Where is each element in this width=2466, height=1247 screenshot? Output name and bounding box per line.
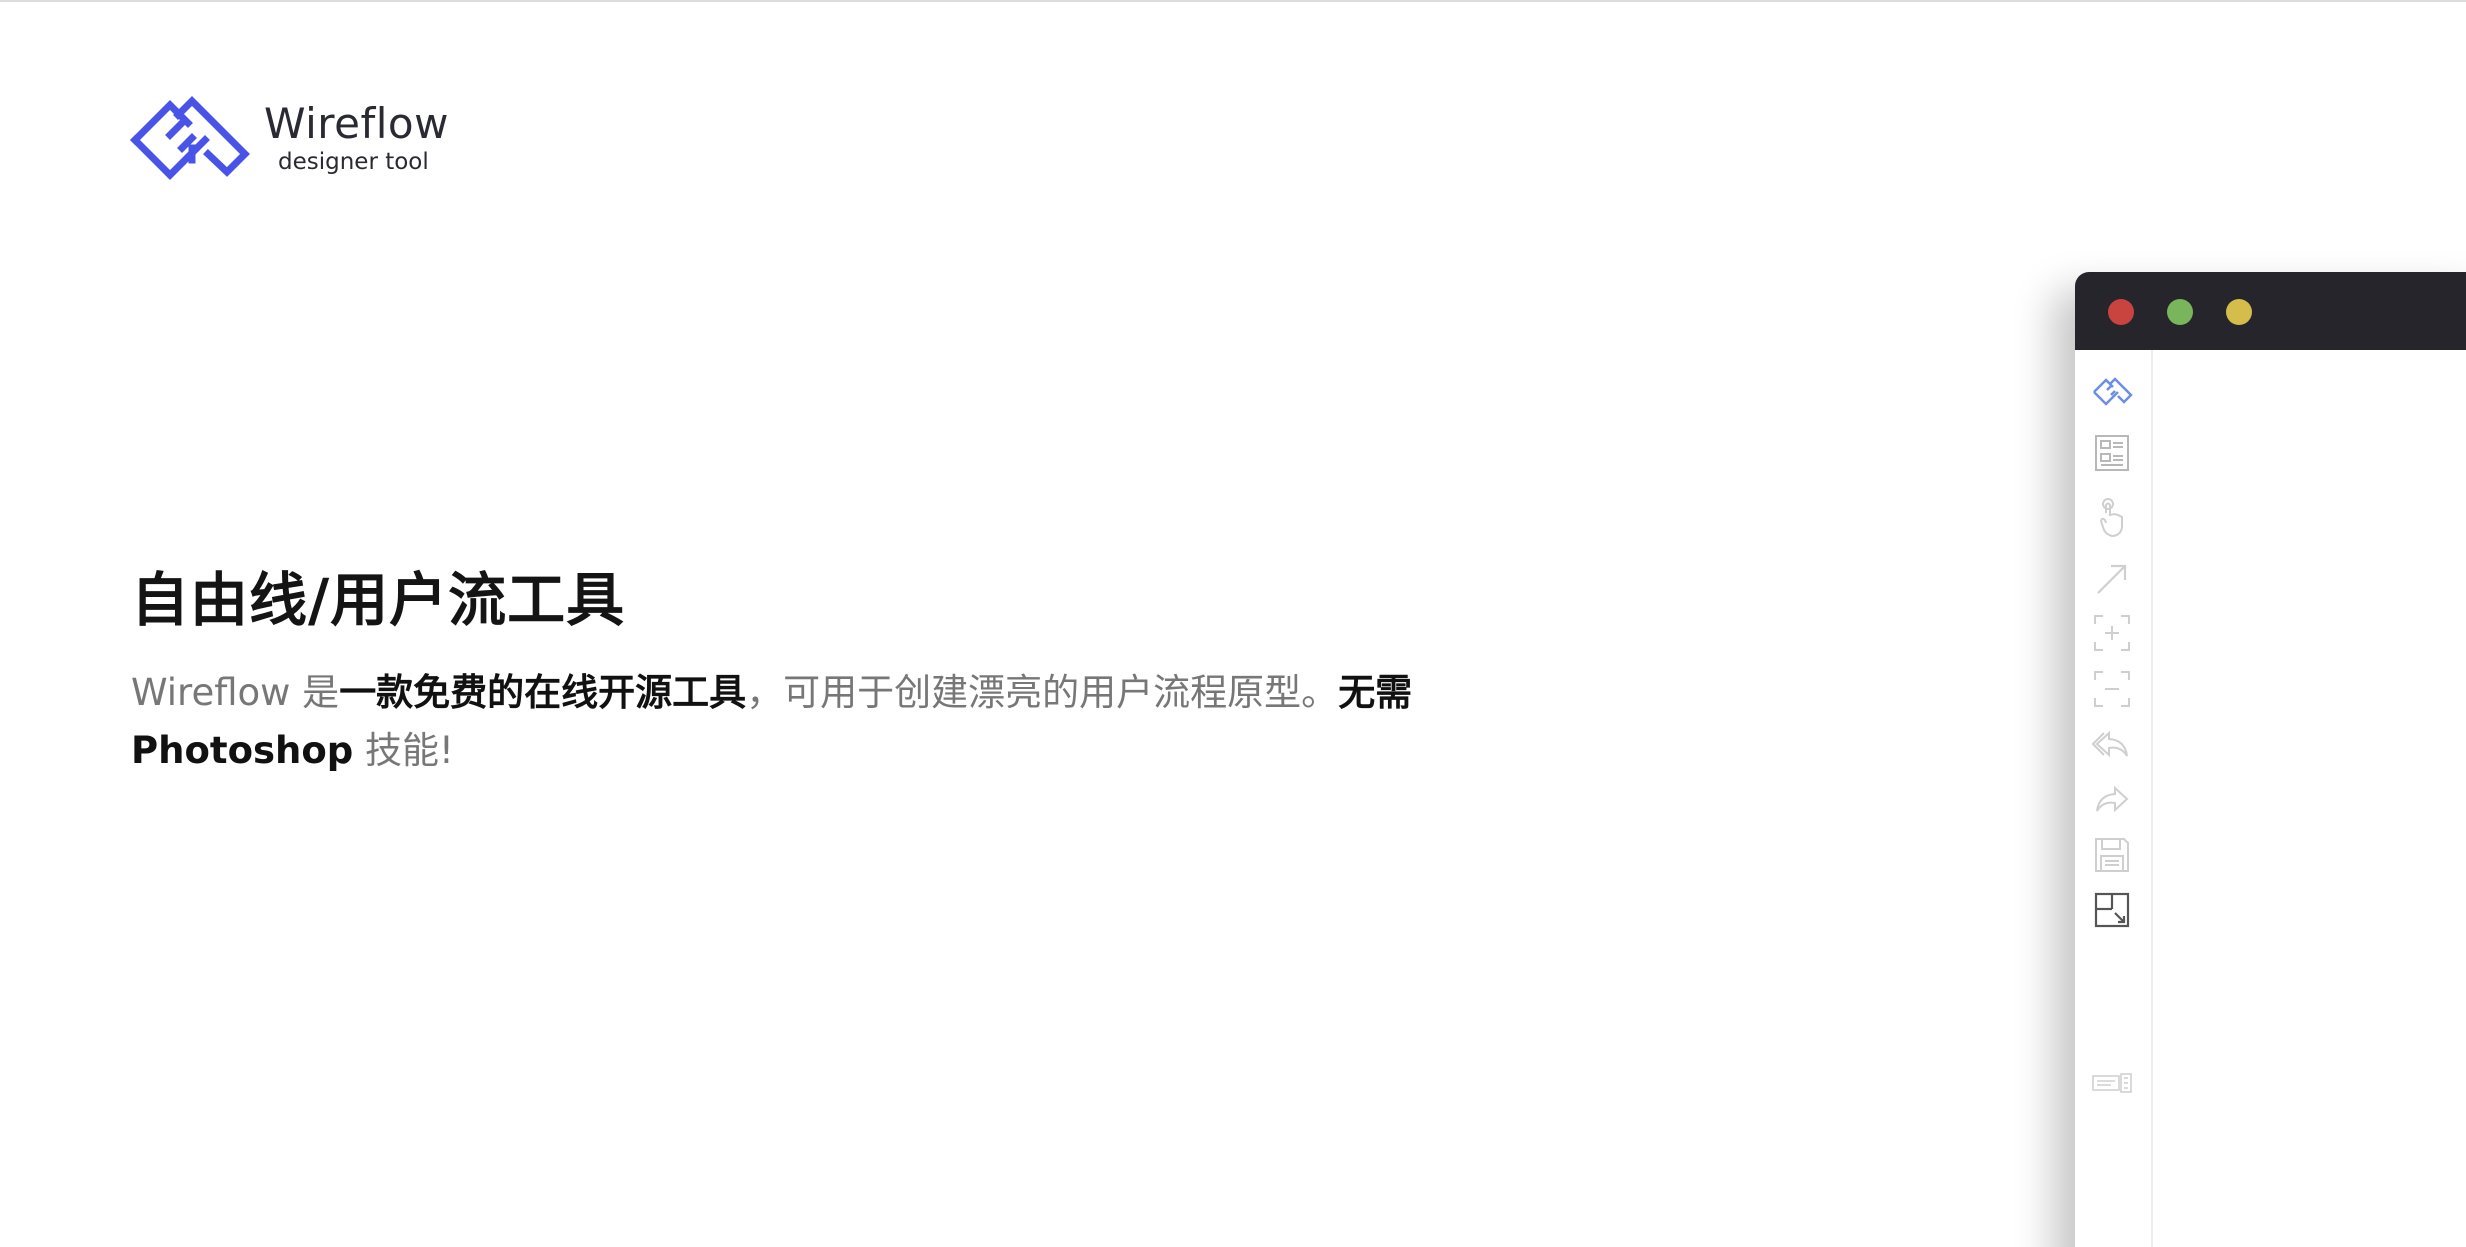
desc-highlight-free-tool: 一款免费的在线开源工具 bbox=[339, 671, 747, 714]
app-preview-window bbox=[2075, 272, 2466, 1247]
hand-pointer-icon bbox=[2099, 498, 2123, 538]
window-close-button[interactable] bbox=[2108, 299, 2134, 325]
brand-tagline: designer tool bbox=[278, 148, 429, 175]
save-icon bbox=[2095, 838, 2129, 872]
toolbar-images-button[interactable] bbox=[2089, 430, 2135, 476]
undo-icon bbox=[2091, 730, 2128, 758]
zoom-in-icon bbox=[2094, 615, 2130, 651]
toolbar-zoom-in-button[interactable] bbox=[2089, 610, 2135, 656]
image-panel-icon bbox=[2095, 435, 2129, 471]
hero-description: Wireflow 是一款免费的在线开源工具，可用于创建漂亮的用户流程原型。无需 … bbox=[131, 664, 1631, 780]
wireflow-logo-icon bbox=[2093, 377, 2133, 406]
toolbar-export-button[interactable] bbox=[2089, 1060, 2135, 1106]
desc-part-5: 技能! bbox=[353, 729, 454, 772]
redo-icon bbox=[2096, 785, 2129, 813]
brand-name: Wireflow bbox=[264, 98, 449, 148]
window-titlebar bbox=[2075, 272, 2466, 350]
window-minimize-button[interactable] bbox=[2167, 299, 2193, 325]
toolbar-fit-button[interactable] bbox=[2089, 887, 2135, 933]
hero-section: 自由线/用户流工具 Wireflow 是一款免费的在线开源工具，可用于创建漂亮的… bbox=[131, 560, 1631, 780]
brand-logo[interactable]: Wireflow designer tool bbox=[130, 88, 449, 188]
zoom-out-icon bbox=[2094, 671, 2130, 707]
toolbar-save-button[interactable] bbox=[2089, 832, 2135, 878]
toolbar-redo-button[interactable] bbox=[2089, 777, 2135, 823]
desc-part-3: ，可用于创建漂亮的用户流程原型。 bbox=[746, 671, 1339, 714]
editor-toolbar bbox=[2075, 350, 2153, 1247]
window-maximize-button[interactable] bbox=[2226, 299, 2252, 325]
landing-page: Wireflow designer tool 自由线/用户流工具 Wireflo… bbox=[0, 0, 2466, 1247]
toolbar-zoom-out-button[interactable] bbox=[2089, 666, 2135, 712]
toolbar-pan-button[interactable] bbox=[2089, 495, 2135, 541]
top-divider bbox=[0, 0, 2466, 2]
toolbar-connector-button[interactable] bbox=[2089, 556, 2135, 602]
export-icon bbox=[2092, 1073, 2132, 1093]
toolbar-undo-button[interactable] bbox=[2089, 722, 2135, 768]
fit-screen-icon bbox=[2094, 892, 2130, 928]
page-title: 自由线/用户流工具 bbox=[131, 566, 626, 634]
toolbar-home-button[interactable] bbox=[2089, 368, 2135, 414]
arrow-connector-icon bbox=[2097, 564, 2127, 594]
desc-part-1: Wireflow 是 bbox=[131, 671, 340, 714]
wireflow-logo-icon bbox=[130, 96, 250, 180]
